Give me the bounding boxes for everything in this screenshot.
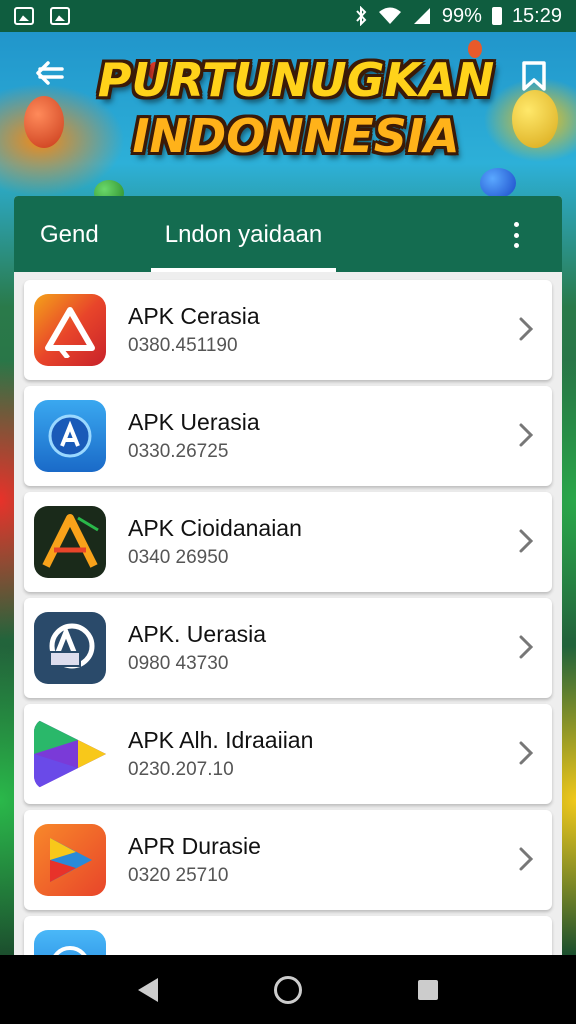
item-title: APK Uerasia [128, 409, 260, 435]
list-item[interactable]: APK Cerasia 0380.451190 [24, 280, 552, 380]
app-icon [34, 824, 106, 896]
title-line-2: INDONNESIA [132, 109, 460, 163]
item-title: APK Cioidanaian [128, 515, 302, 541]
tab-bar: Gend Lndon yaidaan [14, 196, 562, 272]
nav-back-icon[interactable] [138, 977, 158, 1002]
system-nav-bar [0, 955, 576, 1024]
item-subtitle: 0340 26950 [128, 547, 229, 568]
bluetooth-icon [356, 6, 367, 26]
list-item[interactable]: APK Cioidanaian 0340 26950 [24, 492, 552, 592]
image-icon [14, 7, 34, 25]
app-icon [34, 400, 106, 472]
chevron-right-icon [519, 741, 534, 765]
app-icon [34, 294, 106, 366]
item-title: APK Cerasia [128, 303, 260, 329]
content-panel: Gend Lndon yaidaan APK Cerasia 0380.4511… [14, 196, 562, 966]
wifi-icon [378, 7, 401, 24]
item-title: APR Durasie [128, 833, 261, 859]
nav-recents-icon[interactable] [418, 979, 438, 1000]
item-subtitle: 0980 43730 [128, 653, 229, 674]
app-icon [34, 718, 106, 790]
chevron-right-icon [519, 423, 534, 447]
chevron-right-icon [519, 529, 534, 553]
chevron-right-icon [519, 847, 534, 871]
app-icon [34, 506, 106, 578]
list-item[interactable]: APK. Uerasia 0980 43730 [24, 598, 552, 698]
back-icon[interactable] [30, 56, 70, 96]
more-options-icon[interactable] [512, 222, 520, 248]
item-subtitle: 0380.451190 [128, 335, 238, 356]
battery-icon [491, 7, 502, 25]
signal-icon [413, 8, 430, 24]
item-subtitle: 0330.26725 [128, 441, 229, 462]
chevron-right-icon [519, 317, 534, 341]
title-line-1: PURTUNUGKAN [97, 53, 495, 107]
image-icon [50, 7, 70, 25]
app-icon [34, 612, 106, 684]
nav-home-icon[interactable] [274, 975, 302, 1004]
list-item[interactable]: APK Uerasia 0330.26725 [24, 386, 552, 486]
battery-percent: 99% [441, 4, 482, 27]
tab-lndon-yaidaan[interactable]: Lndon yaidaan [150, 196, 337, 272]
page-title: PURTUNUGKAN INDONNESIA [86, 52, 506, 164]
list-item[interactable]: APR Durasie 0320 25710 [24, 810, 552, 910]
chevron-right-icon [519, 635, 534, 659]
item-subtitle: 0230.207.10 [128, 759, 234, 780]
app-header: PURTUNUGKAN INDONNESIA [0, 32, 576, 192]
clock: 15:29 [511, 4, 562, 27]
list-item[interactable]: APK Alh. Idraaiian 0230.207.10 [24, 704, 552, 804]
status-bar: 99% 15:29 [0, 0, 576, 32]
bookmark-icon[interactable] [514, 54, 554, 98]
apk-list: APK Cerasia 0380.451190 APK Uerasia 0330… [24, 280, 552, 966]
item-title: APK. Uerasia [128, 621, 267, 647]
item-title: APK Alh. Idraaiian [128, 727, 314, 753]
tab-gend[interactable]: Gend [40, 196, 99, 272]
item-subtitle: 0320 25710 [128, 865, 229, 886]
